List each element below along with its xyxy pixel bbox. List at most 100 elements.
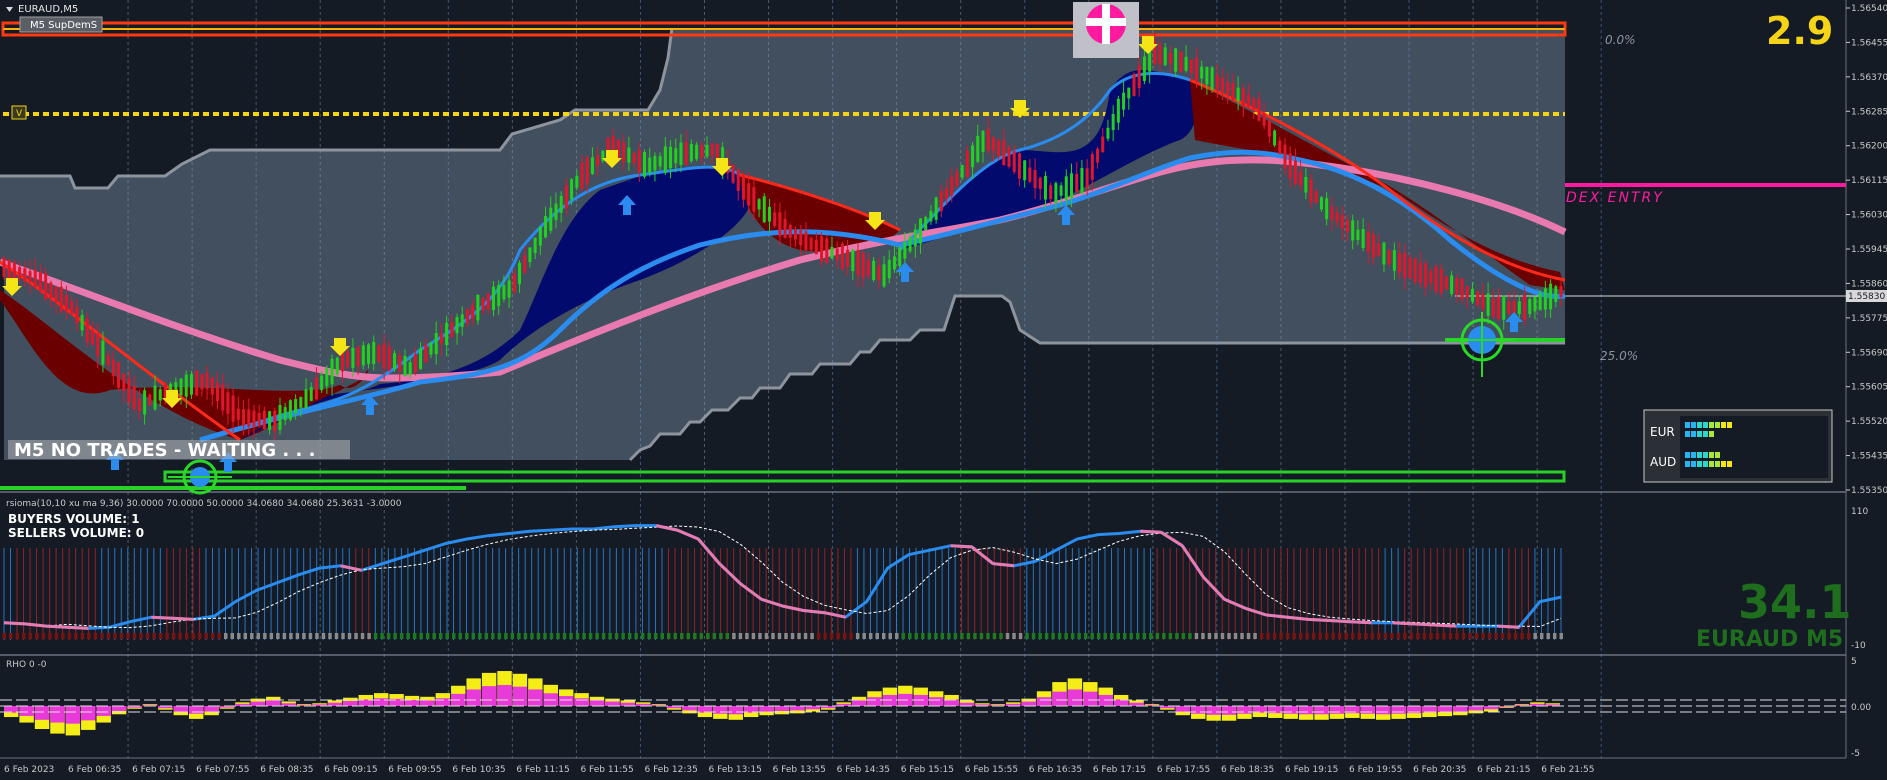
candle-body xyxy=(788,225,792,238)
candle-body xyxy=(1278,140,1282,154)
candle-body xyxy=(1132,73,1136,97)
rsi-state-block xyxy=(1077,633,1081,639)
rsi-state-block xyxy=(634,633,638,639)
candle-body xyxy=(799,230,803,246)
candle-body xyxy=(1554,286,1558,302)
v-marker: V xyxy=(16,109,23,119)
rho-bar-inner xyxy=(1391,706,1406,714)
candle-body xyxy=(971,145,975,168)
rho-bar-inner xyxy=(682,706,697,711)
candle-body xyxy=(1398,253,1402,273)
rsi-state-block xyxy=(119,633,124,639)
candle-body xyxy=(1106,127,1110,139)
rsi-state-block xyxy=(1552,633,1557,639)
chart-canvas[interactable]: EURAUD,M5 M5 SupDemS V 2.9 0.0% 25.0% DE… xyxy=(0,0,1887,780)
rho-tick-label: 5 xyxy=(1851,657,1857,667)
currency-strength-inner xyxy=(1680,416,1828,478)
candle-body xyxy=(1361,229,1365,249)
rsi-state-block xyxy=(406,633,410,639)
candle-body xyxy=(184,374,188,397)
rsi-state-block xyxy=(1344,633,1349,639)
rsi-state-block xyxy=(868,633,873,639)
rsi-state-block xyxy=(666,633,671,639)
rsi-state-block xyxy=(562,633,567,639)
rsi-tick-label: -10 xyxy=(1851,641,1866,651)
candle-body xyxy=(684,141,688,165)
rsi-state-block xyxy=(1090,633,1094,639)
rsi-state-block xyxy=(530,633,534,639)
rho-bar-inner xyxy=(481,686,497,706)
candle-body xyxy=(1533,296,1537,312)
strength-segment xyxy=(1703,431,1708,437)
rsi-state-block xyxy=(855,633,860,639)
current-price-label: 1.55830 xyxy=(1848,292,1885,302)
candle-body xyxy=(1002,140,1006,166)
candle-body xyxy=(1470,288,1474,302)
rsi-state-block xyxy=(1266,633,1270,639)
candle-body xyxy=(476,295,480,321)
rsi-state-block xyxy=(627,633,632,639)
candle-body xyxy=(1450,275,1454,294)
rsi-state-block xyxy=(536,633,541,639)
candle-body xyxy=(1007,147,1011,167)
rsi-state-block xyxy=(106,633,111,639)
time-tick-label: 6 Feb 17:15 xyxy=(1093,765,1146,775)
rho-bar-inner xyxy=(497,685,512,706)
rsi-state-block xyxy=(940,633,945,639)
candle-body xyxy=(778,212,782,237)
rsi-state-block xyxy=(862,633,866,639)
candle-body xyxy=(1122,92,1126,110)
candle-body xyxy=(367,344,371,364)
rsi-state-block xyxy=(438,633,443,639)
price-tick-label: 1.55350 xyxy=(1851,486,1887,496)
price-tick-label: 1.55860 xyxy=(1851,279,1887,289)
rho-bar-inner xyxy=(928,697,944,706)
rsi-state-block xyxy=(1025,633,1029,639)
candle-body xyxy=(892,256,896,270)
candle-body xyxy=(1299,171,1303,186)
rho-bar-inner xyxy=(188,706,204,714)
rsi-state-block xyxy=(823,633,827,639)
rsi-state-block xyxy=(504,633,508,639)
rsi-state-block xyxy=(165,633,169,639)
strength-segment xyxy=(1715,422,1720,428)
rsi-state-block xyxy=(1474,633,1479,639)
rsi-state-block xyxy=(360,633,365,639)
rsi-state-block xyxy=(1233,633,1238,639)
rsi-state-block xyxy=(745,633,749,639)
rsi-state-block xyxy=(895,633,899,639)
rsi-state-block xyxy=(764,633,769,639)
candle-body xyxy=(1330,206,1334,220)
price-tick-label: 1.55605 xyxy=(1851,383,1887,393)
time-tick-label: 6 Feb 21:55 xyxy=(1541,765,1594,775)
candle-body xyxy=(981,130,985,152)
candle-body xyxy=(143,390,147,415)
candle-body xyxy=(33,269,37,288)
candle-body xyxy=(450,321,454,338)
rsi-header: rsioma(10,10 xu ma 9,36) 30.0000 70.0000… xyxy=(6,499,402,509)
candle-body xyxy=(372,341,376,364)
time-tick-label: 6 Feb 15:15 xyxy=(901,765,954,775)
candle-body xyxy=(1184,56,1188,71)
rsi-state-block xyxy=(1155,633,1160,639)
candle-body xyxy=(1491,298,1495,317)
rsi-state-block xyxy=(145,633,150,639)
candle-body xyxy=(549,207,553,231)
candle-body xyxy=(1444,276,1448,290)
rho-bar-inner xyxy=(1021,701,1036,706)
candle-body xyxy=(1096,148,1100,163)
strength-segment xyxy=(1685,431,1690,437)
candle-body xyxy=(216,382,220,401)
candle-body xyxy=(1226,82,1230,95)
rsi-state-block xyxy=(1136,633,1140,639)
candle-body xyxy=(1507,301,1511,315)
rsi-state-block xyxy=(80,633,85,639)
buyers-volume: BUYERS VOLUME: 1 xyxy=(8,512,140,526)
rho-bar-inner xyxy=(512,686,528,706)
candle-body xyxy=(210,377,214,395)
rsi-state-block xyxy=(1487,633,1492,639)
rsi-state-block xyxy=(1364,633,1368,639)
candle-body xyxy=(898,247,902,267)
price-tick-label: 1.55435 xyxy=(1851,452,1887,462)
rsi-state-block xyxy=(152,633,156,639)
